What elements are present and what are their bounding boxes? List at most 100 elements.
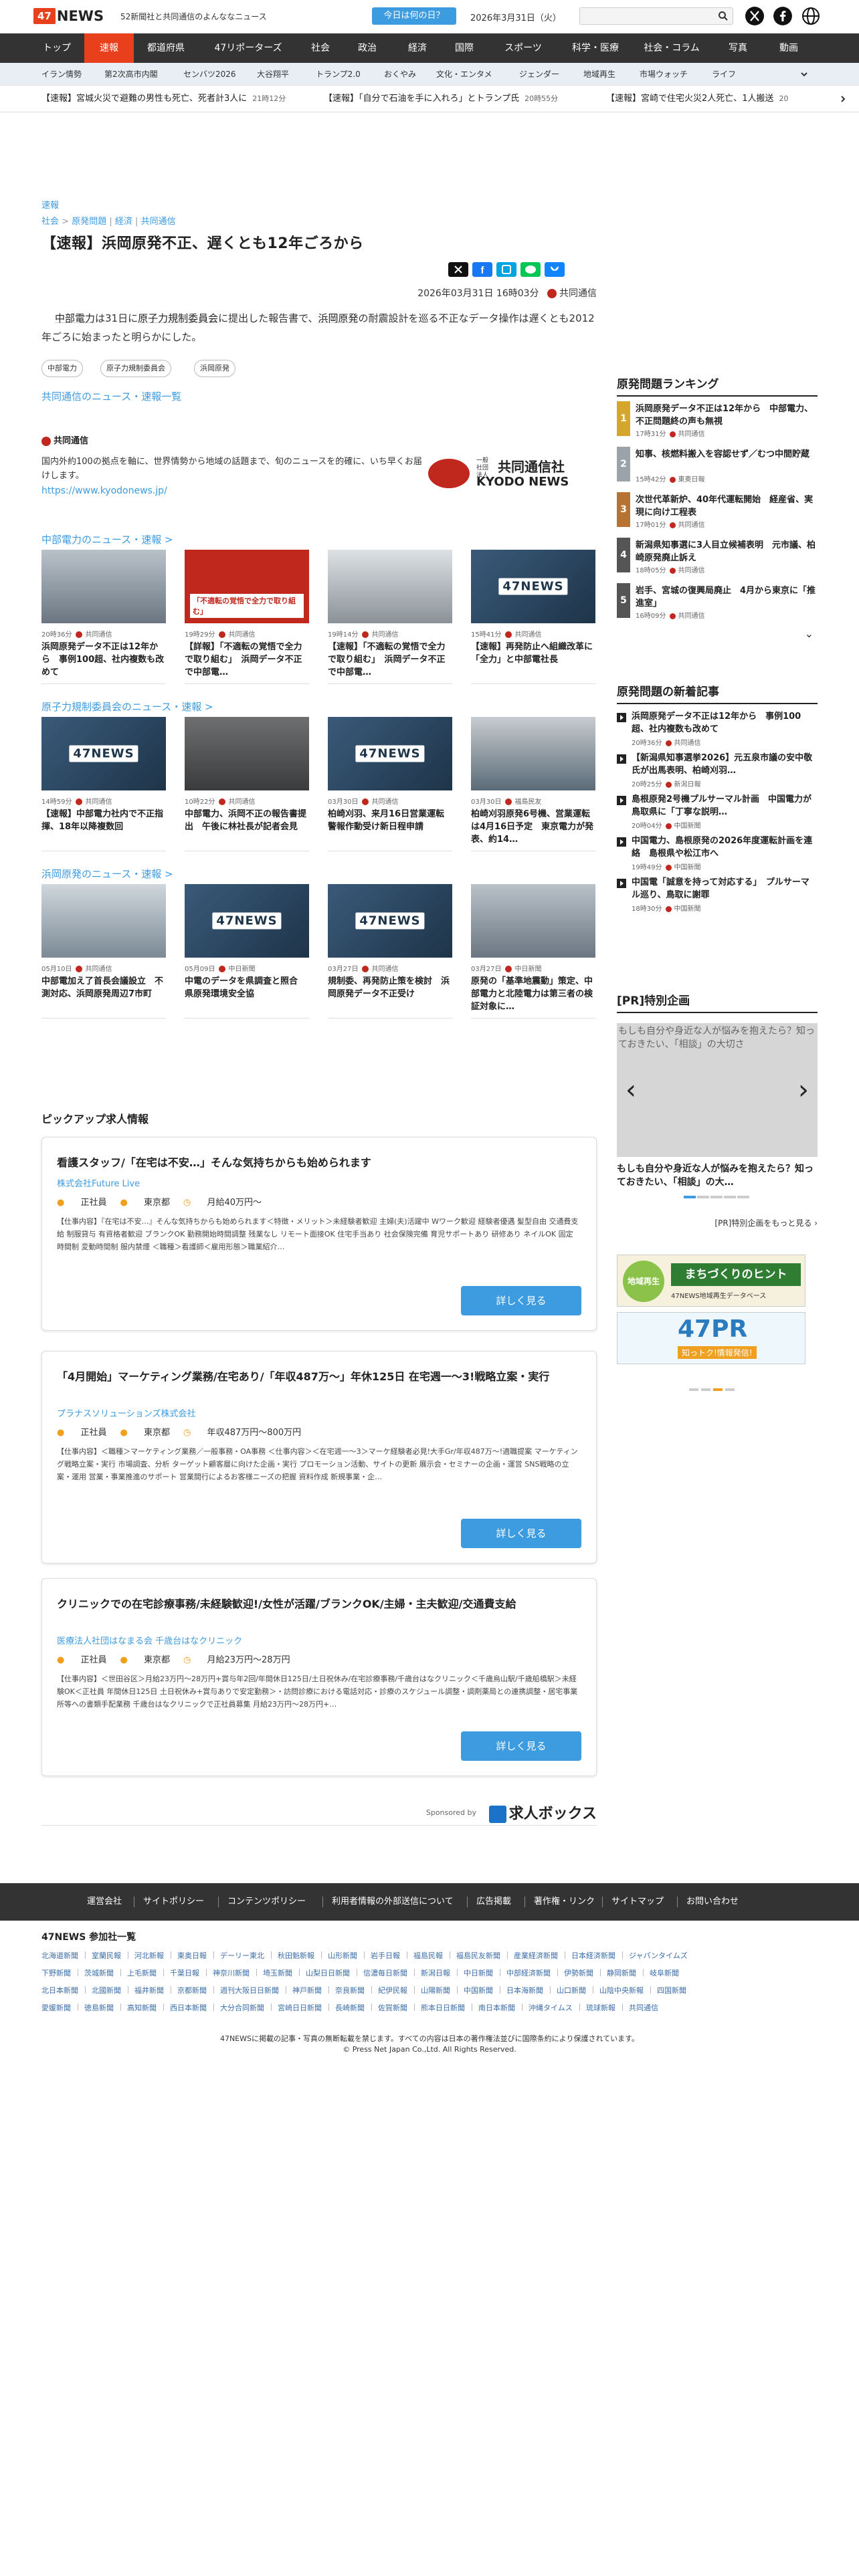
job-card[interactable]: 看護スタッフ/「在宅は不安…」そんな気持ちからも始められます 株式会社Future… — [41, 1137, 597, 1331]
news-thumbnail[interactable]: 47NEWS — [41, 717, 166, 790]
new-article-title[interactable]: 中国電「誠意を持って対応する」 プルサーマル巡り、鳥取に謝罪 — [632, 876, 818, 901]
footer-link[interactable]: 利用者情報の外部送信について — [332, 1883, 454, 1921]
ticker-item[interactable]: 【速報】宮崎で住宅火災2人死亡、1人搬送 20 — [606, 86, 789, 112]
nav-society[interactable]: 社会 — [302, 33, 339, 63]
member-link[interactable]: 山梨日日新聞 — [306, 1967, 350, 1978]
member-link[interactable]: 秋田魁新報 — [278, 1950, 314, 1961]
nav-47reporters[interactable]: 47リポーターズ — [198, 33, 298, 63]
news-thumbnail[interactable] — [471, 884, 595, 958]
subnav-item[interactable]: おくやみ — [384, 63, 416, 86]
news-card[interactable]: 05月10日 共同通信 中部電加え了首長会議設立 不測対応、浜岡原発周辺7市町 — [41, 884, 166, 1018]
chevron-right-icon[interactable] — [839, 95, 847, 103]
nav-politics[interactable]: 政治 — [343, 33, 392, 63]
card-title[interactable]: 中電のデータを県調査と照合 県原発環境安全協 — [185, 975, 309, 1013]
subnav-item[interactable]: ジェンダー — [519, 63, 559, 86]
news-card[interactable]: 19時14分 共同通信 【速報】「不適転の覚悟で全力で取り組む」 浜岡データ不正で中… — [328, 550, 452, 684]
subnav-item[interactable]: センバツ2026 — [183, 63, 236, 86]
tag-nra[interactable]: 原子力規制委員会 — [100, 360, 171, 377]
new-article-item[interactable]: 【新潟県知事選挙2026】元五泉市議の安中敬氏が出馬表明、柏崎刈羽… 20時25分… — [617, 752, 818, 790]
x-twitter-icon[interactable] — [745, 7, 764, 25]
member-link[interactable]: 日本海新聞 — [506, 1985, 543, 1996]
job-details-button[interactable]: 詳しく見る — [461, 1519, 581, 1548]
nav-prefectures[interactable]: 都道府県 — [138, 33, 194, 63]
banner-47pr[interactable]: 47PR 知っトク!情報発信! — [617, 1312, 805, 1364]
news-card[interactable]: 03月27日 中日新聞 原発の「基準地震動」策定、中部電力と北陸電力は第三者の検証対… — [471, 884, 595, 1018]
share-x-icon[interactable] — [448, 262, 468, 277]
kyodo-news-list-link[interactable]: 共同通信のニュース・速報一覧 — [41, 389, 181, 403]
card-title[interactable]: 【速報】「不適転の覚悟で全力で取り組む」 浜岡データ不正で中部電… — [328, 641, 452, 679]
ranking-title[interactable]: 新潟県知事選に3人目立候補表明 元市議、柏崎原発廃止訴え — [636, 539, 818, 564]
keyword-link[interactable]: 原子力規制委員会 — [138, 312, 218, 324]
member-link[interactable]: 高知新聞 — [127, 2002, 157, 2013]
kyodo-url-link[interactable]: https://www.kyodonews.jp/ — [41, 486, 167, 496]
member-link[interactable]: 山口新聞 — [557, 1985, 586, 1996]
member-link[interactable]: 中国新聞 — [464, 1985, 493, 1996]
ranking-expand-icon[interactable]: ⌄ — [805, 627, 814, 640]
member-link[interactable]: 紀伊民報 — [378, 1985, 407, 1996]
card-title[interactable]: 柏崎刈羽、来月16日営業運転 警報作動受け新日程申請 — [328, 808, 452, 846]
member-link[interactable]: 下野新聞 — [41, 1967, 71, 1978]
subnav-item[interactable]: 地域再生 — [583, 63, 615, 86]
pr-more-link[interactable]: [PR]特別企画をもっと見る › — [714, 1217, 818, 1228]
today-in-history-button[interactable]: 今日は何の日？ — [372, 7, 456, 25]
news-card[interactable]: 「不適転の覚悟で全力で取り組む」 19時29分 共同通信 【詳報】「不適転の覚悟で全力… — [185, 550, 309, 684]
nav-sports[interactable]: スポーツ — [490, 33, 557, 63]
member-link[interactable]: 週刊大阪日日新聞 — [220, 1985, 279, 1996]
new-article-title[interactable]: 浜岡原発データ不正は12年から 事例100超、社内複数も改めて — [632, 710, 818, 736]
footer-link[interactable]: 広告掲載 — [476, 1883, 511, 1921]
card-title[interactable]: 原発の「基準地震動」策定、中部電力と北陸電力は第三者の検証対象に… — [471, 975, 595, 1013]
member-link[interactable]: 中部経済新聞 — [506, 1967, 551, 1978]
member-link[interactable]: 伊勢新聞 — [564, 1967, 593, 1978]
member-link[interactable]: 河北新報 — [134, 1950, 164, 1961]
subnav-item[interactable]: 市場ウォッチ — [640, 63, 688, 86]
member-link[interactable]: デーリー東北 — [220, 1950, 264, 1961]
carousel-prev-icon[interactable]: ‹ — [621, 1077, 641, 1103]
card-title[interactable]: 【詳報】「不適転の覚悟で全力で取り組む」 浜岡データ不正で中部電… — [185, 641, 309, 679]
member-link[interactable]: 東奥日報 — [177, 1950, 207, 1961]
member-link[interactable]: 千葉日報 — [170, 1967, 199, 1978]
ranking-title[interactable]: 浜岡原発データ不正は12年から 中部電力、不正問題終の声も無視 — [636, 403, 818, 428]
member-link[interactable]: 大分合同新聞 — [220, 2002, 264, 2013]
breadcrumb-item[interactable]: 経済 — [115, 217, 132, 227]
member-link[interactable]: 室蘭民報 — [92, 1950, 121, 1961]
facebook-icon[interactable] — [773, 7, 792, 25]
member-link[interactable]: 南日本新聞 — [478, 2002, 515, 2013]
new-article-item[interactable]: 浜岡原発データ不正は12年から 事例100超、社内複数も改めて 20時36分 共同通… — [617, 710, 818, 749]
footer-link[interactable]: お問い合わせ — [686, 1883, 739, 1921]
news-thumbnail[interactable] — [41, 884, 166, 958]
nav-photos[interactable]: 写真 — [714, 33, 761, 63]
kyodo-logo[interactable]: 一般社団法人 共同通信社 KYODO NEWS — [428, 456, 595, 491]
subnav-item[interactable]: ライフ — [712, 63, 736, 86]
footer-link[interactable]: サイトマップ — [611, 1883, 664, 1921]
ranking-item[interactable]: 2 知事、核燃料搬入を容認せず／むつ中間貯蔵 15時42分 東奥日報 — [617, 447, 818, 486]
news-thumbnail[interactable] — [185, 717, 309, 790]
news-thumbnail[interactable]: 47NEWS — [328, 884, 452, 958]
member-link[interactable]: 北日本新聞 — [41, 1985, 78, 1996]
member-link[interactable]: 山陰中央新報 — [599, 1985, 644, 1996]
member-link[interactable]: 佐賀新聞 — [378, 2002, 407, 2013]
job-card[interactable]: クリニックでの在宅診療事務/未経験歓迎!/女性が活躍/ブランクOK/主婦・主夫歓… — [41, 1578, 597, 1776]
card-title[interactable]: 中部電力、浜岡不正の報告書提出 午後に林社長が記者会見 — [185, 808, 309, 846]
member-link[interactable]: 奈良新聞 — [335, 1985, 365, 1996]
nav-video[interactable]: 動画 — [765, 33, 812, 63]
subnav-item[interactable]: 第2次高市内閣 — [104, 63, 158, 86]
site-logo[interactable]: 47 NEWS — [33, 6, 104, 26]
member-link[interactable]: 産業経済新聞 — [514, 1950, 558, 1961]
ranking-item[interactable]: 3 次世代革新炉、40年代運転開始 経産省、実現に向け工程表 17時01分 共同通信 — [617, 492, 818, 531]
keyword-link[interactable]: 浜岡原発 — [318, 312, 359, 324]
breadcrumb-top[interactable]: 速報 — [41, 198, 59, 211]
pr-carousel[interactable]: もしも自分や身近な人が悩みを抱えたら？知っておきたい、「相談」の大切さ ‹ › — [617, 1023, 818, 1157]
footer-link[interactable]: 著作権・リンク — [534, 1883, 595, 1921]
member-link[interactable]: 琉球新報 — [586, 2002, 615, 2013]
breadcrumb-item[interactable]: 社会 — [41, 217, 59, 227]
breadcrumb-item[interactable]: 原発問題 — [72, 217, 106, 227]
job-title[interactable]: 「4月開始」マーケティング業務/在宅あり/「年収487万〜」年休125日 在宅週… — [57, 1369, 579, 1385]
nav-top[interactable]: トップ — [33, 33, 80, 63]
sponsor-logo[interactable]: 求人ボックス — [488, 1802, 597, 1823]
breadcrumb-item[interactable]: 共同通信 — [141, 217, 176, 227]
ranking-title[interactable]: 次世代革新炉、40年代運転開始 経産省、実現に向け工程表 — [636, 494, 818, 519]
new-article-title[interactable]: 島根原発2号機プルサーマル計画 中国電力が鳥取県に「丁寧な説明… — [632, 793, 818, 819]
job-details-button[interactable]: 詳しく見る — [461, 1731, 581, 1761]
footer-link[interactable]: サイトポリシー — [143, 1883, 204, 1921]
card-title[interactable]: 【速報】再発防止へ組織改革に「全力」と中部電社長 — [471, 641, 595, 679]
